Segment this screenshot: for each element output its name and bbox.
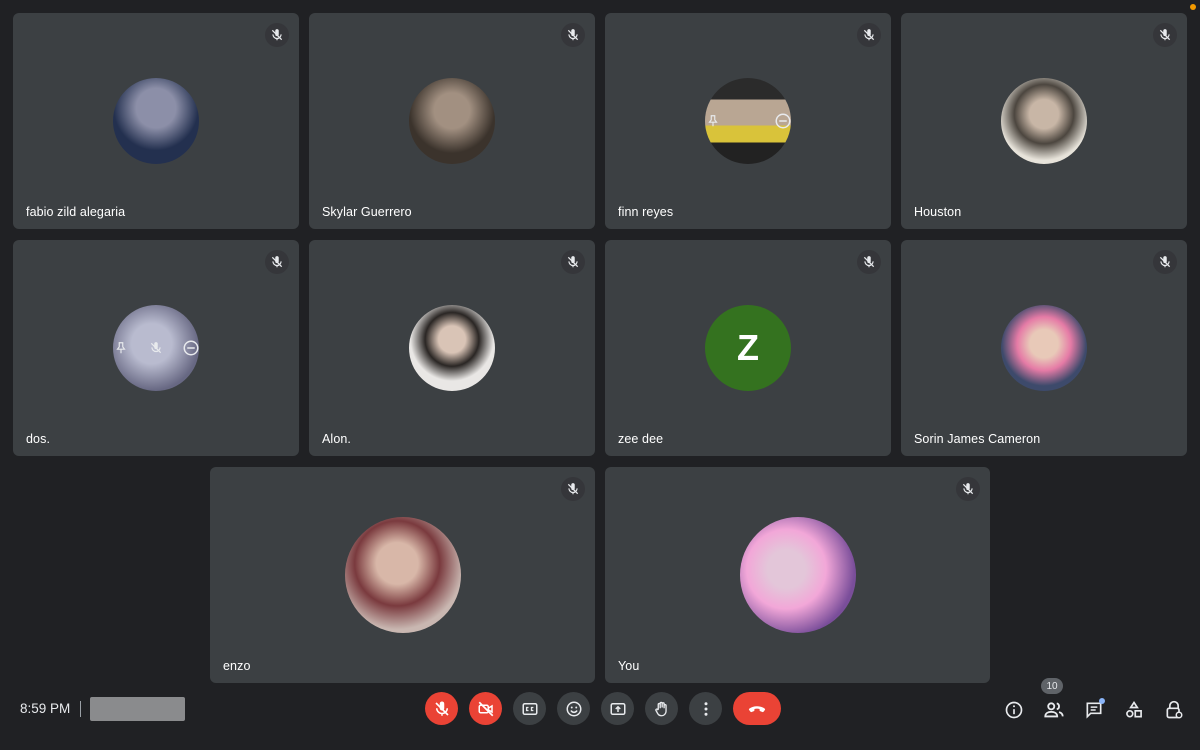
captions-icon	[522, 702, 537, 715]
raise-hand-button[interactable]	[645, 692, 678, 725]
camera-toggle-button[interactable]	[469, 692, 502, 725]
bottom-toolbar: 8:59 PM 10	[0, 678, 1200, 750]
present-icon	[610, 702, 625, 715]
participant-avatar	[344, 517, 461, 633]
participant-avatar: Z	[705, 305, 791, 391]
participant-name: zee dee	[618, 432, 664, 446]
activities-icon	[1126, 700, 1142, 718]
activities-button[interactable]	[1120, 696, 1148, 724]
mic-muted-icon	[265, 250, 289, 274]
people-icon	[1044, 702, 1064, 718]
participant-avatar	[1001, 78, 1087, 164]
participant-tile[interactable]: Houston	[901, 13, 1187, 229]
participant-tile[interactable]: Skylar Guerrero	[309, 13, 595, 229]
participant-name: fabio zild alegaria	[26, 205, 126, 219]
side-panel-tools: 10	[1000, 678, 1188, 724]
mic-off-icon	[434, 701, 449, 716]
mic-toggle-button[interactable]	[425, 692, 458, 725]
mic-muted-icon	[1153, 250, 1177, 274]
recording-indicator	[1190, 4, 1196, 10]
people-button[interactable]: 10	[1040, 678, 1068, 724]
camera-off-icon	[478, 701, 493, 716]
remove-tile-icon[interactable]	[772, 110, 794, 132]
participant-count-badge: 10	[1041, 678, 1063, 694]
participant-name: Houston	[914, 205, 962, 219]
tile-hover-controls	[700, 101, 796, 141]
participant-tile[interactable]: Alon.	[309, 240, 595, 456]
captions-button[interactable]	[513, 692, 546, 725]
participant-avatar	[1001, 305, 1087, 391]
participant-name: dos.	[26, 432, 51, 446]
participant-tile[interactable]: finn reyes	[605, 13, 891, 229]
meeting-code-redacted	[90, 697, 185, 721]
mic-muted-icon	[857, 23, 881, 47]
mic-muted-icon	[561, 477, 585, 501]
mic-muted-icon	[1153, 23, 1177, 47]
participant-avatar	[409, 305, 495, 391]
pin-icon[interactable]	[110, 337, 132, 359]
info-icon	[1005, 701, 1023, 719]
meet-screen: fabio zild alegaria Skylar Guerrero finn…	[0, 0, 1200, 750]
participant-name: Sorin James Cameron	[914, 432, 1041, 446]
clock: 8:59 PM	[20, 701, 71, 716]
participant-tile[interactable]: enzo	[210, 467, 595, 683]
divider	[80, 701, 81, 717]
meeting-details-button[interactable]	[1000, 696, 1028, 724]
unread-indicator	[1099, 698, 1105, 704]
mic-muted-icon	[561, 23, 585, 47]
participant-avatar	[113, 78, 199, 164]
participant-tile[interactable]: Sorin James Cameron	[901, 240, 1187, 456]
more-options-icon	[704, 701, 707, 716]
remove-tile-icon[interactable]	[180, 337, 202, 359]
call-controls	[425, 692, 781, 725]
end-call-icon	[748, 705, 766, 712]
pin-icon[interactable]	[702, 110, 724, 132]
emoji-icon	[566, 701, 581, 716]
participant-name: Skylar Guerrero	[322, 205, 412, 219]
present-button[interactable]	[601, 692, 634, 725]
host-controls-icon	[1166, 700, 1183, 719]
tile-hover-controls	[108, 328, 204, 368]
participant-name: Alon.	[322, 432, 351, 446]
leave-call-button[interactable]	[733, 692, 781, 725]
participant-name: finn reyes	[618, 205, 674, 219]
host-controls-button[interactable]	[1160, 696, 1188, 724]
participant-avatar	[409, 78, 495, 164]
mic-muted-icon	[956, 477, 980, 501]
participant-tile[interactable]: fabio zild alegaria	[13, 13, 299, 229]
participant-tile[interactable]: Z zee dee	[605, 240, 891, 456]
participant-tile[interactable]: You	[605, 467, 990, 683]
chat-button[interactable]	[1080, 696, 1108, 724]
mic-muted-icon	[857, 250, 881, 274]
mic-muted-icon	[561, 250, 585, 274]
participant-name: You	[618, 659, 640, 673]
reactions-button[interactable]	[557, 692, 590, 725]
avatar-letter: Z	[737, 327, 759, 368]
more-options-button[interactable]	[689, 692, 722, 725]
raise-hand-icon	[654, 701, 667, 716]
participant-name: enzo	[223, 659, 251, 673]
mute-participant-icon[interactable]	[145, 337, 167, 359]
participant-tile[interactable]: dos.	[13, 240, 299, 456]
mic-muted-icon	[265, 23, 289, 47]
participant-avatar	[739, 517, 856, 633]
